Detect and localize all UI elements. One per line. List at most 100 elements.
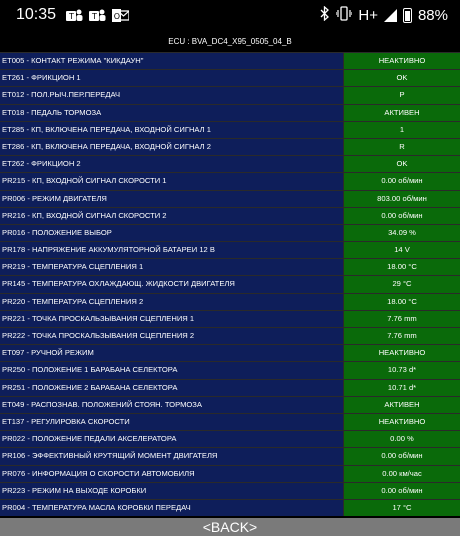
- outlook-icon: O: [112, 8, 130, 23]
- bluetooth-icon: [320, 5, 330, 25]
- parameter-name: ET005 - КОНТАКТ РЕЖИМА "КИКДАУН": [0, 53, 344, 70]
- table-row: PR016 - ПОЛОЖЕНИЕ ВЫБОР 34.09 %: [0, 223, 460, 242]
- network-type: H+: [358, 7, 378, 24]
- parameter-name: PR251 - ПОЛОЖЕНИЕ 2 БАРАБАНА СЕЛЕКТОРА: [0, 379, 344, 396]
- table-row: PR250 - ПОЛОЖЕНИЕ 1 БАРАБАНА СЕЛЕКТОРА 10…: [0, 361, 460, 379]
- parameter-name: ET097 - РУЧНОЙ РЕЖИМ: [0, 345, 344, 362]
- parameter-name: ET286 - КП, ВКЛЮЧЕНА ПЕРЕДАЧА, ВХОДНОЙ С…: [0, 138, 344, 156]
- table-row: PR006 - РЕЖИМ ДВИГАТЕЛЯ 803.00 об/мин: [0, 189, 460, 207]
- parameter-name: PR216 - КП, ВХОДНОЙ СИГНАЛ СКОРОСТИ 2: [0, 207, 344, 224]
- parameter-name: ET018 - ПЕДАЛЬ ТОРМОЗА: [0, 104, 344, 121]
- table-row: ET137 - РЕГУЛИРОВКА СКОРОСТИ НЕАКТИВНО: [0, 412, 460, 431]
- parameter-value: 0.00 км/час: [344, 465, 460, 482]
- parameter-value: 0.00 об/мин: [344, 448, 460, 465]
- table-row: ET262 - ФРИКЦИОН 2 OK: [0, 155, 460, 173]
- table-row: ET261 - ФРИКЦИОН 1 OK: [0, 69, 460, 87]
- signal-icon: [383, 9, 397, 22]
- teams-icon: T: [89, 8, 106, 23]
- parameter-name: PR145 - ТЕМПЕРАТУРА ОХЛАЖДАЮЩ. ЖИДКОСТИ …: [0, 276, 344, 293]
- table-row: ET005 - КОНТАКТ РЕЖИМА "КИКДАУН" НЕАКТИВН…: [0, 52, 460, 70]
- parameter-name: PR215 - КП, ВХОДНОЙ СИГНАЛ СКОРОСТИ 1: [0, 173, 344, 190]
- parameter-name: PR250 - ПОЛОЖЕНИЕ 1 БАРАБАНА СЕЛЕКТОРА: [0, 362, 344, 379]
- table-row: ET018 - ПЕДАЛЬ ТОРМОЗА АКТИВЕН: [0, 103, 460, 121]
- parameter-name: PR221 - ТОЧКА ПРОСКАЛЬЗЫВАНИЯ СЦЕПЛЕНИЯ …: [0, 310, 344, 327]
- parameter-value: 803.00 об/мин: [344, 190, 460, 207]
- parameter-value: 0.00 об/мин: [344, 207, 460, 224]
- svg-text:T: T: [91, 12, 97, 21]
- table-row: PR004 - ТЕМПЕРАТУРА МАСЛА КОРОБКИ ПЕРЕДА…: [0, 498, 460, 517]
- parameter-name: PR004 - ТЕМПЕРАТУРА МАСЛА КОРОБКИ ПЕРЕДА…: [0, 499, 344, 517]
- parameter-name: PR006 - РЕЖИМ ДВИГАТЕЛЯ: [0, 190, 344, 207]
- parameter-value: 10.71 d*: [344, 379, 460, 396]
- parameter-value: 18.00 °C: [344, 259, 460, 276]
- parameter-name: PR223 - РЕЖИМ НА ВЫХОДЕ КОРОБКИ: [0, 482, 344, 499]
- parameter-value: R: [344, 138, 460, 156]
- system-icons: H+ 88%: [320, 5, 448, 25]
- table-row: PR223 - РЕЖИМ НА ВЫХОДЕ КОРОБКИ 0.00 об/м…: [0, 481, 460, 499]
- ecu-label: ECU : BVA_DC4_X95_0505_04_B: [168, 37, 292, 46]
- parameter-name: ET049 - РАСПОЗНАВ. ПОЛОЖЕНИЙ СТОЯН. ТОРМ…: [0, 396, 344, 413]
- parameter-name: ET137 - РЕГУЛИРОВКА СКОРОСТИ: [0, 413, 344, 431]
- parameter-value: 18.00 °C: [344, 293, 460, 310]
- parameter-value: НЕАКТИВНО: [344, 413, 460, 431]
- parameter-name: PR178 - НАПРЯЖЕНИЕ АККУМУЛЯТОРНОЙ БАТАРЕ…: [0, 242, 344, 259]
- table-row: PR076 - ИНФОРМАЦИЯ О СКОРОСТИ АВТОМОБИЛЯ…: [0, 464, 460, 482]
- teams-icon: T: [66, 8, 83, 23]
- parameter-value: 34.09 %: [344, 224, 460, 242]
- parameter-value: НЕАКТИВНО: [344, 345, 460, 362]
- table-row: PR221 - ТОЧКА ПРОСКАЛЬЗЫВАНИЯ СЦЕПЛЕНИЯ …: [0, 309, 460, 327]
- table-row: PR022 - ПОЛОЖЕНИЕ ПЕДАЛИ АКСЕЛЕРАТОРА 0.0…: [0, 430, 460, 448]
- parameter-value: АКТИВЕН: [344, 396, 460, 413]
- table-row: PR215 - КП, ВХОДНОЙ СИГНАЛ СКОРОСТИ 1 0.0…: [0, 172, 460, 190]
- parameter-value: 0.00 %: [344, 431, 460, 448]
- parameter-value: P: [344, 87, 460, 104]
- parameter-value: 10.73 d*: [344, 362, 460, 379]
- parameter-value: 7.76 mm: [344, 328, 460, 345]
- table-row: ET286 - КП, ВКЛЮЧЕНА ПЕРЕДАЧА, ВХОДНОЙ С…: [0, 137, 460, 156]
- parameter-name: PR022 - ПОЛОЖЕНИЕ ПЕДАЛИ АКСЕЛЕРАТОРА: [0, 431, 344, 448]
- parameter-name: PR016 - ПОЛОЖЕНИЕ ВЫБОР: [0, 224, 344, 242]
- parameter-value: 29 °C: [344, 276, 460, 293]
- table-row: PR219 - ТЕМПЕРАТУРА СЦЕПЛЕНИЯ 1 18.00 °C: [0, 258, 460, 276]
- back-button[interactable]: <BACK>: [0, 518, 460, 536]
- status-bar: 10:35 T T O H+ 88%: [0, 0, 460, 32]
- parameter-table: ET005 - КОНТАКТ РЕЖИМА "КИКДАУН" НЕАКТИВН…: [0, 52, 460, 517]
- table-row: PR178 - НАПРЯЖЕНИЕ АККУМУЛЯТОРНОЙ БАТАРЕ…: [0, 241, 460, 259]
- table-row: PR220 - ТЕМПЕРАТУРА СЦЕПЛЕНИЯ 2 18.00 °C: [0, 292, 460, 310]
- battery-icon: [402, 8, 412, 23]
- parameter-value: НЕАКТИВНО: [344, 53, 460, 70]
- vibrate-icon: [335, 6, 353, 25]
- parameter-value: OK: [344, 156, 460, 173]
- parameter-name: ET012 - ПОЛ.РЫЧ.ПЕР.ПЕРЕДАЧ: [0, 87, 344, 104]
- table-row: ET012 - ПОЛ.РЫЧ.ПЕР.ПЕРЕДАЧ P: [0, 86, 460, 104]
- battery-percent: 88%: [417, 7, 448, 24]
- parameter-value: 7.76 mm: [344, 310, 460, 327]
- parameter-name: PR222 - ТОЧКА ПРОСКАЛЬЗЫВАНИЯ СЦЕПЛЕНИЯ …: [0, 328, 344, 345]
- svg-text:O: O: [114, 12, 120, 21]
- parameter-name: ET262 - ФРИКЦИОН 2: [0, 156, 344, 173]
- parameter-name: PR220 - ТЕМПЕРАТУРА СЦЕПЛЕНИЯ 2: [0, 293, 344, 310]
- parameter-name: ET261 - ФРИКЦИОН 1: [0, 70, 344, 87]
- table-row: ET285 - КП, ВКЛЮЧЕНА ПЕРЕДАЧА, ВХОДНОЙ С…: [0, 120, 460, 138]
- svg-text:T: T: [68, 12, 74, 21]
- table-row: ET097 - РУЧНОЙ РЕЖИМ НЕАКТИВНО: [0, 344, 460, 362]
- status-time: 10:35: [16, 6, 57, 23]
- parameter-value: 0.00 об/мин: [344, 482, 460, 499]
- parameter-value: 0.00 об/мин: [344, 173, 460, 190]
- parameter-name: PR219 - ТЕМПЕРАТУРА СЦЕПЛЕНИЯ 1: [0, 259, 344, 276]
- parameter-value: 14 V: [344, 242, 460, 259]
- parameter-value: OK: [344, 70, 460, 87]
- parameter-value: 17 °C: [344, 499, 460, 517]
- parameter-value: АКТИВЕН: [344, 104, 460, 121]
- parameter-name: PR106 - ЭФФЕКТИВНЫЙ КРУТЯЩИЙ МОМЕНТ ДВИГ…: [0, 448, 344, 465]
- parameter-value: 1: [344, 121, 460, 138]
- table-row: PR222 - ТОЧКА ПРОСКАЛЬЗЫВАНИЯ СЦЕПЛЕНИЯ …: [0, 327, 460, 345]
- table-row: PR251 - ПОЛОЖЕНИЕ 2 БАРАБАНА СЕЛЕКТОРА 10…: [0, 378, 460, 396]
- table-row: PR145 - ТЕМПЕРАТУРА ОХЛАЖДАЮЩ. ЖИДКОСТИ …: [0, 275, 460, 293]
- table-row: PR106 - ЭФФЕКТИВНЫЙ КРУТЯЩИЙ МОМЕНТ ДВИГ…: [0, 447, 460, 465]
- table-row: ET049 - РАСПОЗНАВ. ПОЛОЖЕНИЙ СТОЯН. ТОРМ…: [0, 395, 460, 413]
- parameter-name: PR076 - ИНФОРМАЦИЯ О СКОРОСТИ АВТОМОБИЛЯ: [0, 465, 344, 482]
- notification-icons: T T O: [66, 8, 130, 23]
- parameter-name: ET285 - КП, ВКЛЮЧЕНА ПЕРЕДАЧА, ВХОДНОЙ С…: [0, 121, 344, 138]
- table-row: PR216 - КП, ВХОДНОЙ СИГНАЛ СКОРОСТИ 2 0.0…: [0, 206, 460, 224]
